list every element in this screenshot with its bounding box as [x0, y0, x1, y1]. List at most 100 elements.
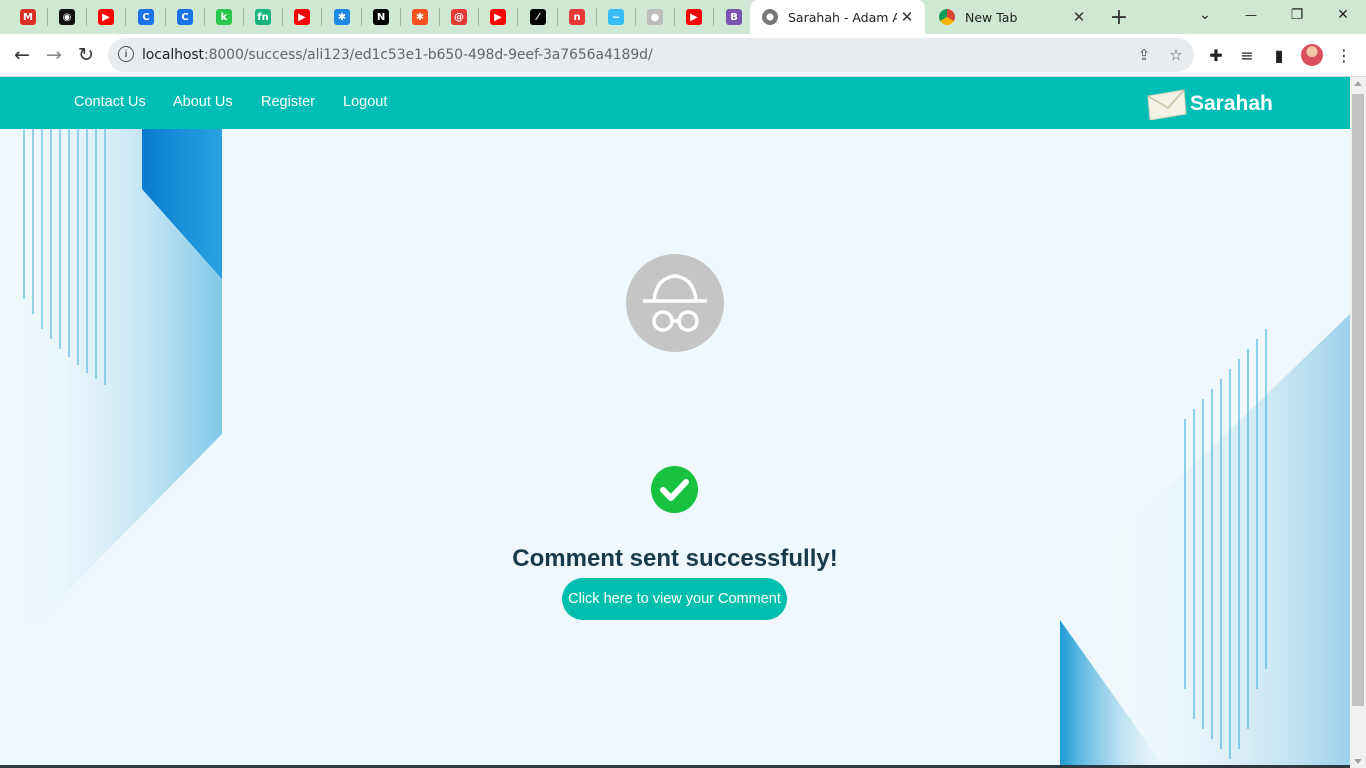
nextjs-icon: N	[373, 9, 389, 25]
tab-sarahah[interactable]: Sarahah - Adam Anil ✕	[750, 0, 925, 34]
scroll-down-icon[interactable]	[1354, 759, 1362, 764]
nav-about-us[interactable]: About Us	[173, 94, 233, 110]
puzzle-color-icon: ✱	[334, 9, 350, 25]
tab-separator	[243, 8, 244, 26]
c-icon: C	[177, 9, 193, 25]
fn-icon: fn	[255, 9, 271, 25]
pinned-tab[interactable]: k	[211, 5, 237, 29]
close-icon[interactable]: ✕	[1069, 7, 1089, 27]
pinned-tab[interactable]: C	[172, 5, 198, 29]
pinned-tab[interactable]: ▶	[485, 5, 511, 29]
address-bar[interactable]: i localhost:8000/success/ali123/ed1c53e1…	[108, 38, 1194, 72]
tab-separator	[321, 8, 322, 26]
youtube-icon: ▶	[490, 9, 506, 25]
view-comment-button[interactable]: Click here to view your Comment	[562, 578, 787, 620]
url-text: localhost:8000/success/ali123/ed1c53e1-b…	[142, 47, 653, 63]
tab-separator	[674, 8, 675, 26]
spiral-icon: @	[451, 9, 467, 25]
pinned-tab[interactable]: ✱	[329, 5, 355, 29]
tab-separator	[596, 8, 597, 26]
globe-icon	[762, 9, 778, 25]
tab-separator	[125, 8, 126, 26]
pinned-tab[interactable]: ⁄	[525, 5, 551, 29]
scroll-up-icon[interactable]	[1354, 81, 1362, 86]
youtube-icon: ▶	[98, 9, 114, 25]
back-button[interactable]: ←	[8, 41, 36, 69]
page-scrollbar[interactable]	[1350, 77, 1366, 768]
reload-button[interactable]: ↻	[72, 41, 100, 69]
bookmark-star-icon[interactable]: ☆	[1167, 46, 1185, 64]
n-square-icon: n	[569, 9, 585, 25]
pinned-tab[interactable]: fn	[250, 5, 276, 29]
tab-separator	[361, 8, 362, 26]
pinned-tab[interactable]: B	[721, 5, 747, 29]
youtube-icon: ▶	[294, 9, 310, 25]
nav-register[interactable]: Register	[261, 94, 315, 110]
asterisk-icon: ✱	[412, 9, 428, 25]
chart-icon: k	[216, 9, 232, 25]
pinned-tab[interactable]: ✱	[407, 5, 433, 29]
pinned-tab[interactable]: @	[446, 5, 472, 29]
tab-title: New Tab	[965, 9, 1018, 25]
tab-separator	[282, 8, 283, 26]
tab-new-tab[interactable]: New Tab ✕	[927, 0, 1097, 34]
globe-gray-icon: ●	[647, 9, 663, 25]
share-icon[interactable]: ⇪	[1135, 46, 1153, 64]
minimize-button[interactable]: —	[1228, 0, 1274, 30]
tab-separator	[86, 8, 87, 26]
site-info-icon[interactable]: i	[118, 46, 134, 62]
slash-icon: ⁄	[530, 9, 546, 25]
nav-contact-us[interactable]: Contact Us	[74, 94, 146, 110]
side-panel-icon[interactable]: ▮	[1268, 44, 1290, 66]
restore-button[interactable]: ❐	[1274, 0, 1320, 30]
gmail-icon: M	[20, 9, 36, 25]
nav-logout[interactable]: Logout	[343, 94, 387, 110]
pinned-tab[interactable]: N	[368, 5, 394, 29]
pinned-tab[interactable]: n	[564, 5, 590, 29]
browser-toolbar: ← → ↻ i localhost:8000/success/ali123/ed…	[0, 34, 1366, 77]
tab-separator	[165, 8, 166, 26]
tab-separator	[478, 8, 479, 26]
tab-separator	[635, 8, 636, 26]
tab-separator	[517, 8, 518, 26]
tab-title: Sarahah - Adam Anil	[788, 9, 897, 25]
tab-separator	[557, 8, 558, 26]
extensions-icon[interactable]: ✚	[1205, 44, 1227, 66]
new-tab-button[interactable]: +	[1107, 5, 1131, 30]
menu-icon[interactable]: ⋮	[1333, 44, 1355, 66]
profile-avatar[interactable]	[1301, 44, 1323, 66]
check-circle-icon	[651, 466, 698, 513]
github-icon: ◉	[59, 9, 75, 25]
tab-separator	[439, 8, 440, 26]
tab-separator	[47, 8, 48, 26]
pinned-tab[interactable]: M	[15, 5, 41, 29]
chrome-icon	[939, 9, 955, 25]
media-control-icon[interactable]: ≡	[1236, 44, 1258, 66]
pinned-tab[interactable]: ●	[642, 5, 668, 29]
bootstrap-icon: B	[726, 9, 742, 25]
scroll-thumb[interactable]	[1352, 94, 1364, 706]
anonymous-avatar	[626, 254, 724, 352]
pinned-tab[interactable]: ◉	[54, 5, 80, 29]
c-icon: C	[138, 9, 154, 25]
forward-button[interactable]: →	[40, 41, 68, 69]
brand-logo[interactable]: Sarahah	[1146, 87, 1273, 121]
close-icon[interactable]: ✕	[897, 7, 917, 27]
tab-separator	[713, 8, 714, 26]
page-viewport: Contact Us About Us Register Logout Sara…	[0, 77, 1350, 768]
tab-search-icon[interactable]: ⌄	[1182, 0, 1228, 30]
brand-name: Sarahah	[1190, 92, 1273, 115]
pinned-tab[interactable]: ▶	[289, 5, 315, 29]
tab-separator	[204, 8, 205, 26]
pinned-tab[interactable]: ▶	[93, 5, 119, 29]
incognito-icon	[643, 274, 707, 332]
pinned-tab[interactable]: ~	[603, 5, 629, 29]
close-window-button[interactable]: ✕	[1320, 0, 1366, 30]
tab-strip: M ◉ ▶ C Ck fn ▶ ✱ N ✱ @ ▶ ⁄ n ~ ● ▶ B Sarahah - Adam Anil…	[0, 0, 1366, 34]
tab-separator	[400, 8, 401, 26]
background-decoration	[0, 129, 1350, 768]
tailwind-icon: ~	[608, 9, 624, 25]
pinned-tab[interactable]: C	[133, 5, 159, 29]
pinned-tab[interactable]: ▶	[681, 5, 707, 29]
site-navbar: Contact Us About Us Register Logout Sara…	[0, 77, 1350, 129]
